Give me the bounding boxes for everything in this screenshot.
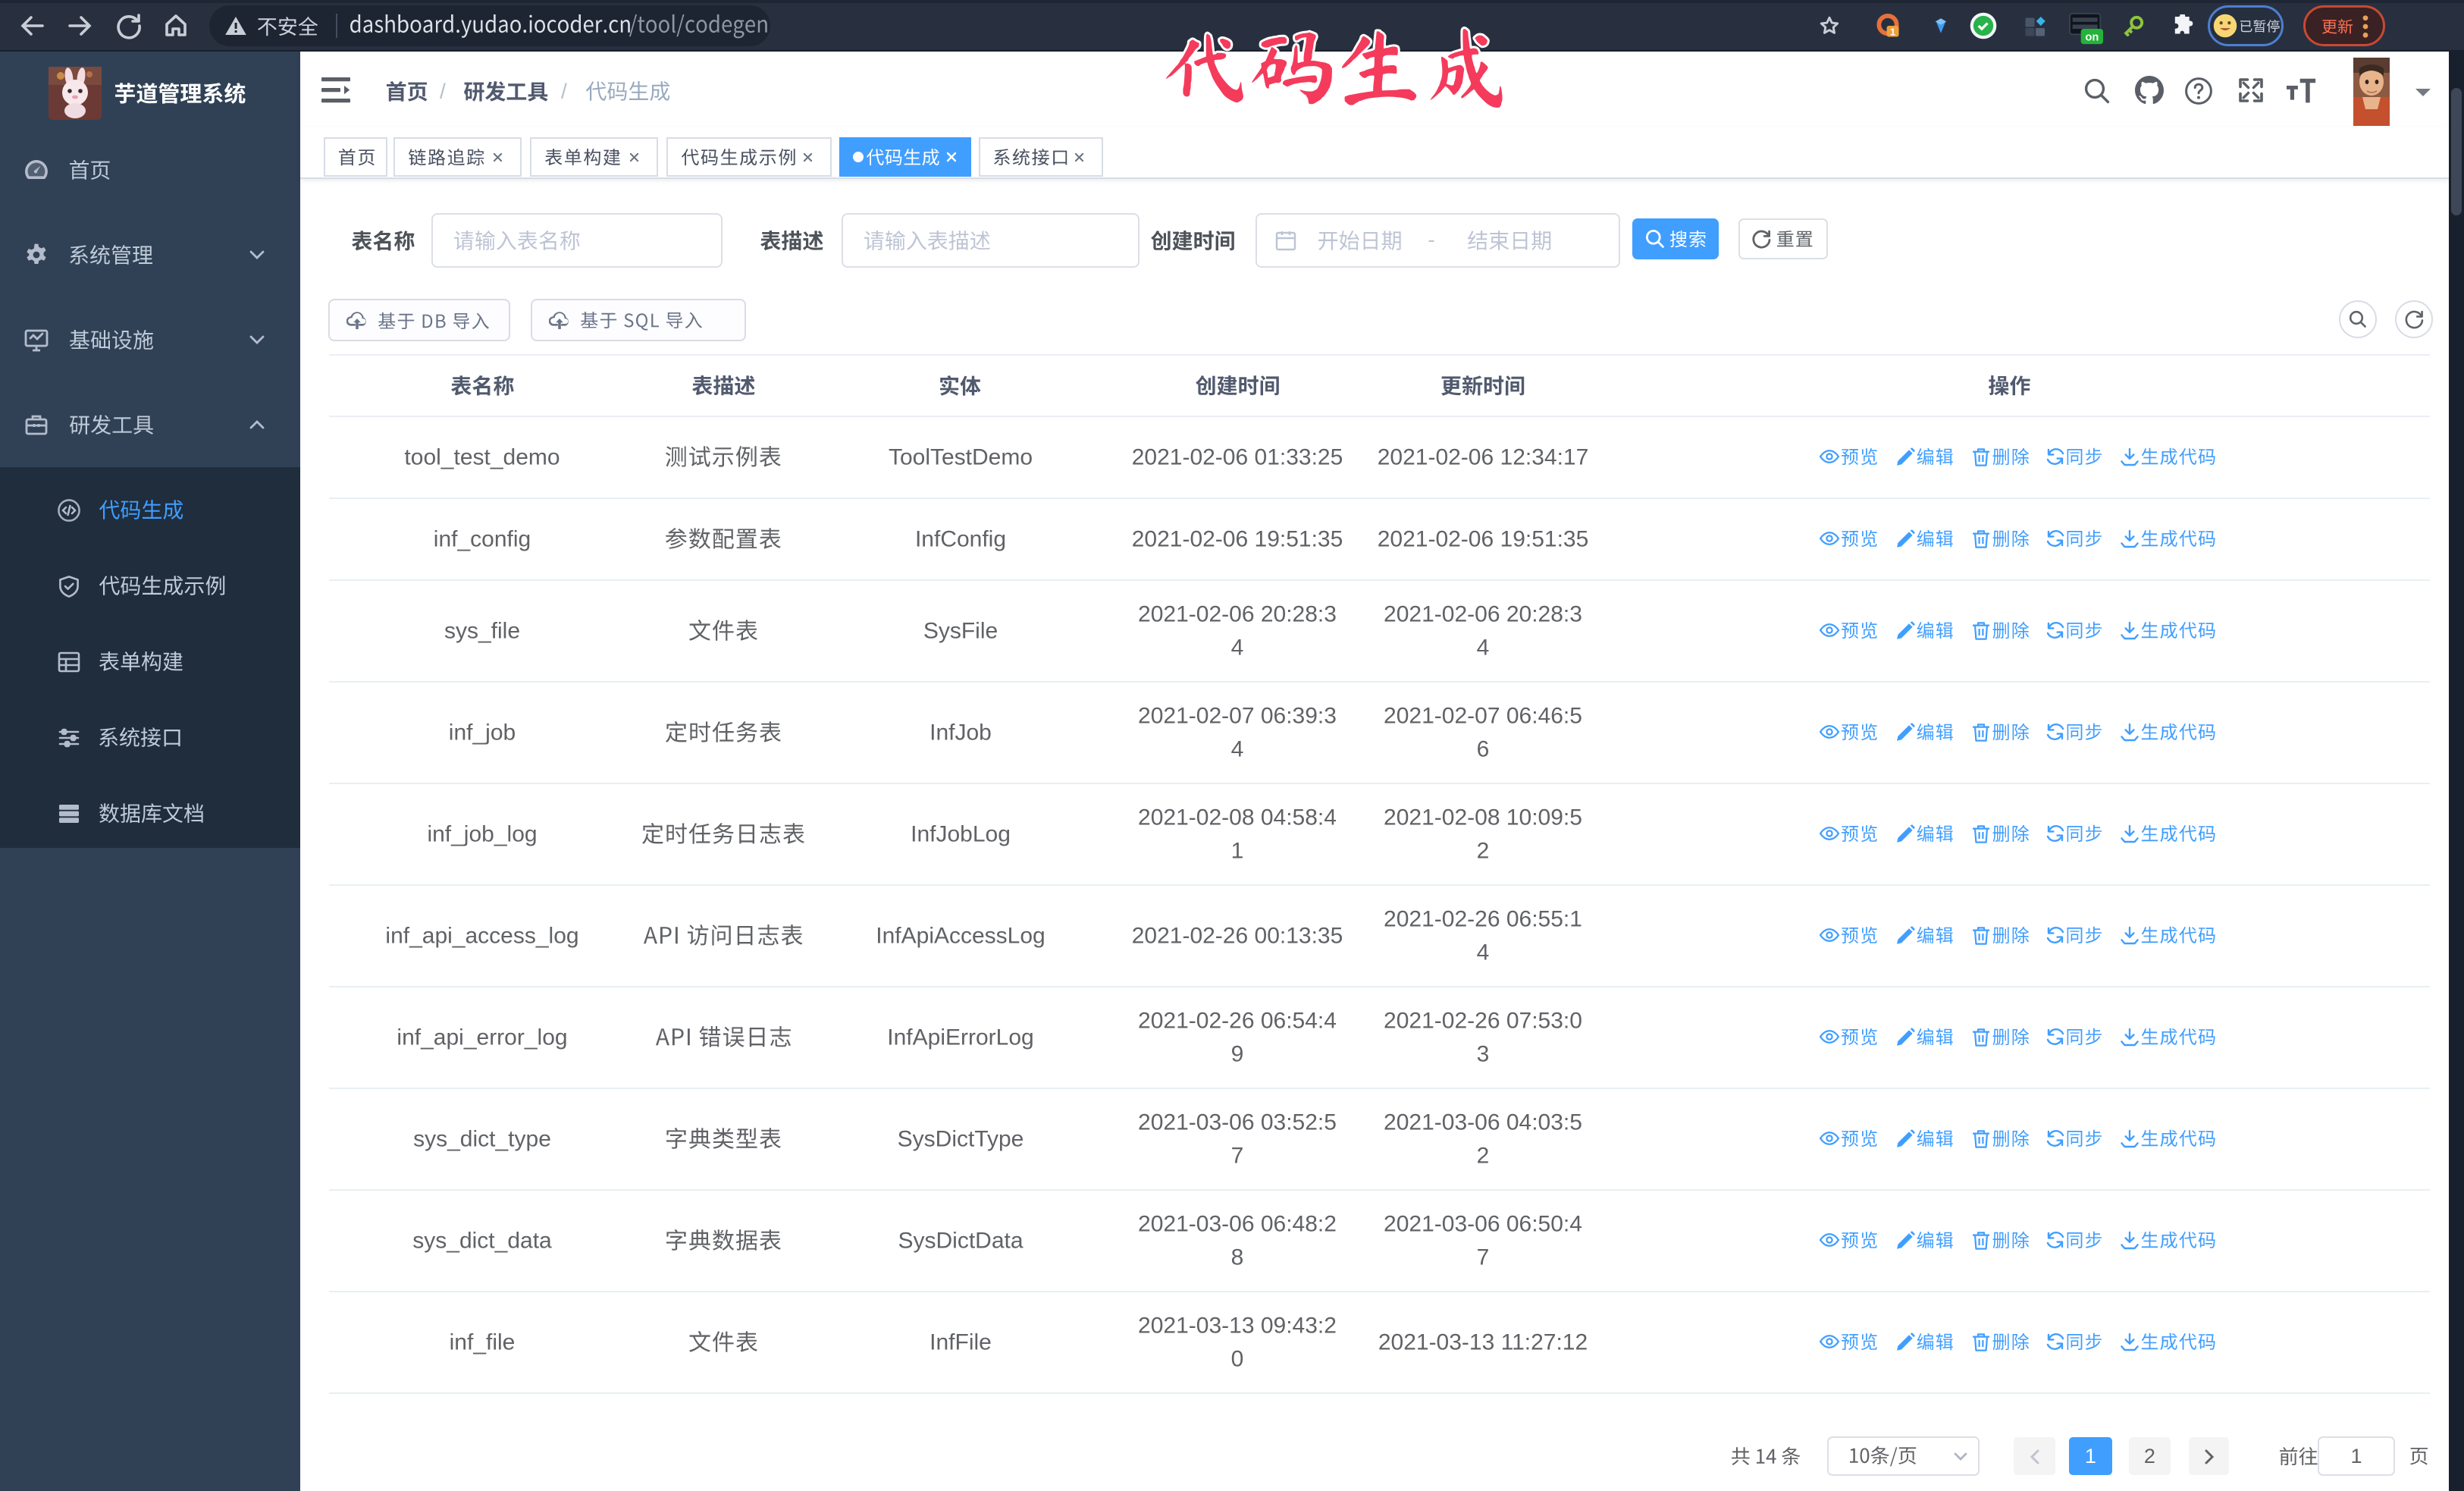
svg-text:on: on: [2085, 32, 2099, 44]
svg-text:1: 1: [1890, 26, 1895, 37]
